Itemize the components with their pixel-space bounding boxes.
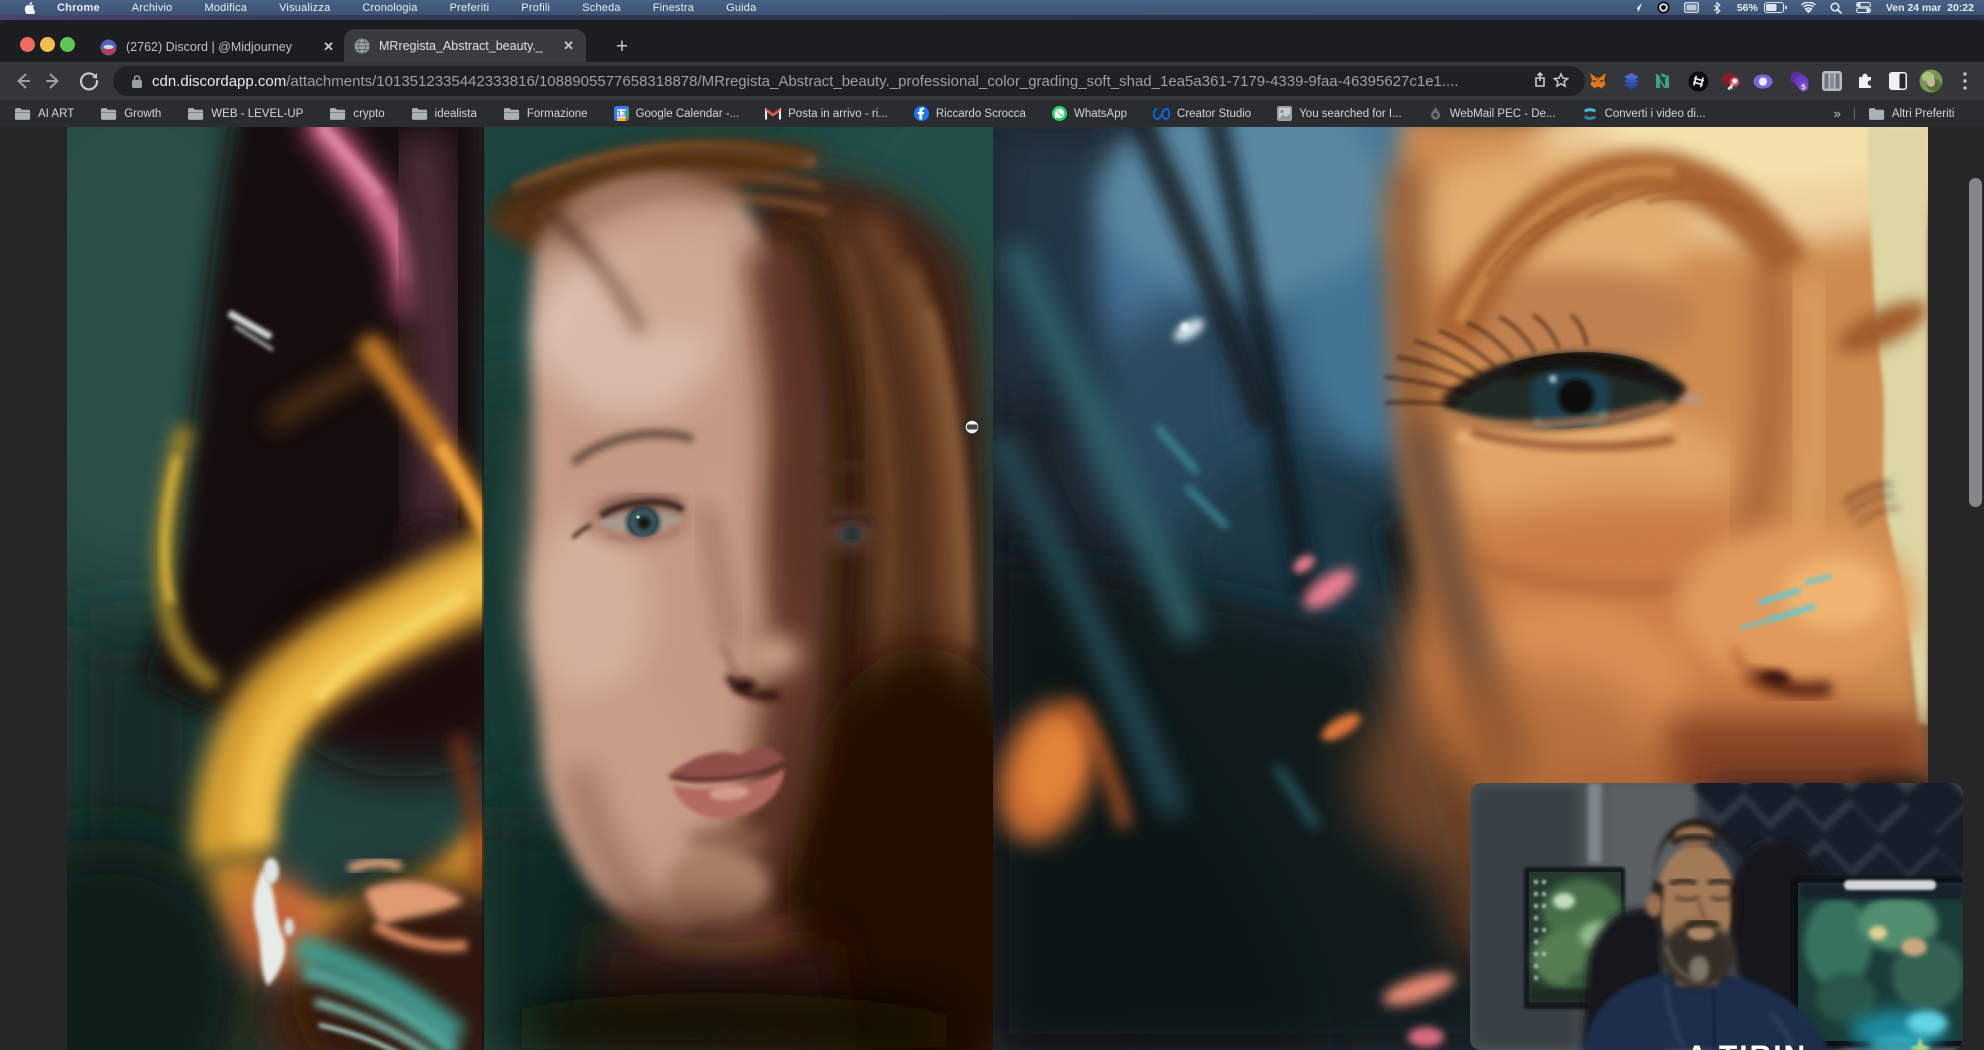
svg-text:13: 13 bbox=[616, 108, 626, 118]
svg-text:5: 5 bbox=[1801, 82, 1805, 91]
svg-text:A TIRIN: A TIRIN bbox=[1686, 1040, 1807, 1050]
